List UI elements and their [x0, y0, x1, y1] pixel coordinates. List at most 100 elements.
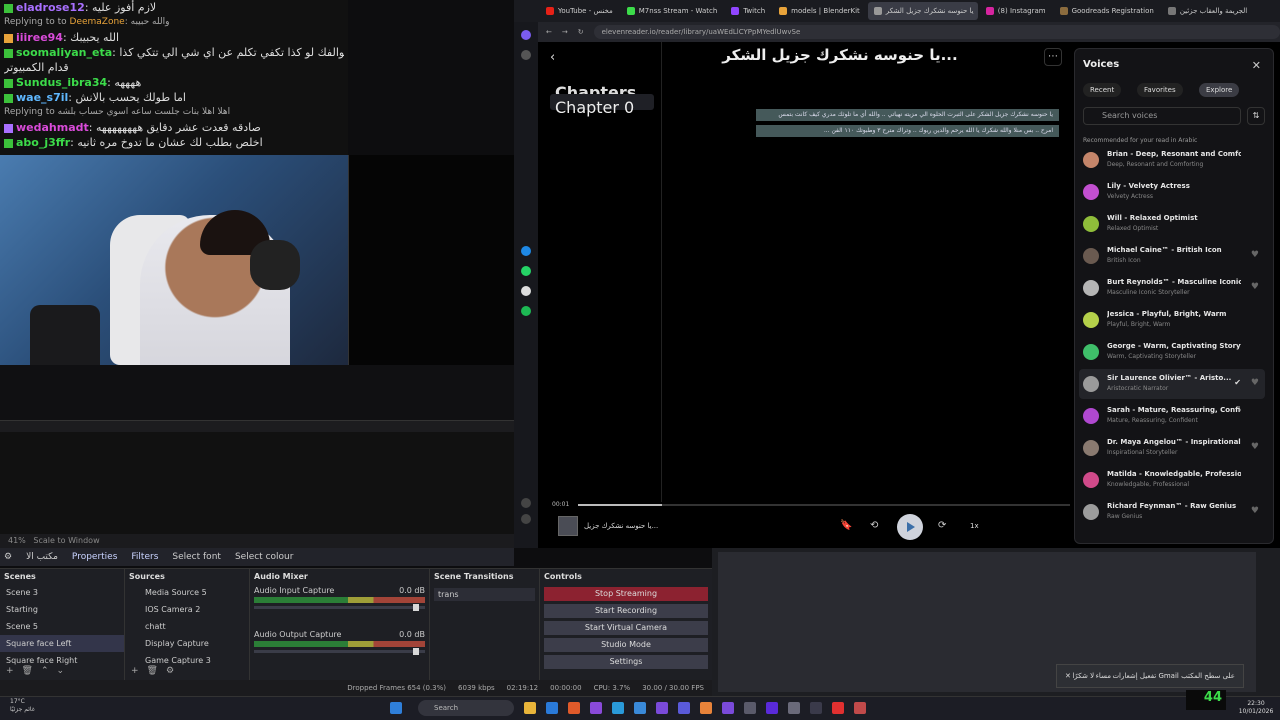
source-item[interactable]: chatt	[125, 618, 249, 635]
chapter-item[interactable]: Chapter 0	[550, 94, 654, 117]
aria-icon[interactable]	[521, 30, 531, 40]
chevron-up-icon[interactable]: ⌃	[41, 666, 49, 676]
play-button[interactable]	[897, 514, 923, 540]
voice-item[interactable]: Sir Laurence Olivier™ - Aristo... Aristoc…	[1079, 369, 1265, 399]
visual-studio-icon[interactable]	[590, 702, 602, 714]
whatsapp-icon[interactable]	[521, 266, 531, 276]
scene-item[interactable]: Scene 3	[0, 584, 124, 601]
toast-action-yes[interactable]: مساء	[1096, 672, 1111, 680]
photoshop-icon[interactable]	[612, 702, 624, 714]
add-icon[interactable]: +	[6, 666, 14, 676]
scale-dropdown[interactable]: Scale to Window	[33, 536, 99, 545]
gear-icon[interactable]: ⚙	[166, 666, 174, 676]
stop-streaming-button[interactable]: Stop Streaming	[544, 587, 708, 601]
studio-mode-button[interactable]: Studio Mode	[544, 638, 708, 652]
file-explorer-icon[interactable]	[524, 702, 536, 714]
browser-tab[interactable]: Twitch	[725, 2, 771, 20]
browser-tab[interactable]: (8) Instagram	[980, 2, 1052, 20]
filter-icon[interactable]: ⇅	[1247, 107, 1265, 125]
playback-speed[interactable]: 1x	[970, 522, 979, 530]
voices-tab-explore[interactable]: Explore	[1199, 83, 1240, 97]
voice-item[interactable]: Brian - Deep, Resonant and Comforting Dee…	[1079, 145, 1265, 175]
rewind-icon[interactable]: ⟲	[870, 520, 878, 531]
voice-item[interactable]: Richard Feynman™ - Raw Genius Raw Genius ♥	[1079, 497, 1265, 527]
add-icon[interactable]: +	[131, 666, 139, 676]
back-arrow-icon[interactable]: ‹	[550, 50, 555, 65]
vscode-icon[interactable]	[546, 702, 558, 714]
heart-icon[interactable]	[521, 498, 531, 508]
voice-item[interactable]: Michael Caine™ - British Icon British Ico…	[1079, 241, 1265, 271]
voice-item[interactable]: Jessica - Playful, Bright, Warm Playful, …	[1079, 305, 1265, 335]
bookmark-icon[interactable]: 🔖	[840, 520, 852, 531]
browser-tab[interactable]: Goodreads Registration	[1054, 2, 1160, 20]
browser-tab[interactable]: M7nss Stream - Watch	[621, 2, 724, 20]
voice-item[interactable]: Matilda - Knowledgable, Professional Know…	[1079, 465, 1265, 495]
after-effects-icon[interactable]	[656, 702, 668, 714]
transition-select[interactable]: trans	[434, 588, 535, 601]
browser-tab-active[interactable]: يا حنوسه نشكرك جزيل الشكر	[867, 2, 978, 20]
start-virtual-camera-button[interactable]: Start Virtual Camera	[544, 621, 708, 635]
media-encoder-icon[interactable]	[678, 702, 690, 714]
source-item[interactable]: IOS Camera 2	[125, 601, 249, 618]
spotify-icon[interactable]	[521, 306, 531, 316]
voice-item[interactable]: Lily - Velvety Actress Velvety Actress	[1079, 177, 1265, 207]
browser-tab[interactable]: YouTube - مخنس	[540, 2, 619, 20]
source-item[interactable]: Display Capture	[125, 635, 249, 652]
voice-item[interactable]: Burt Reynolds™ - Masculine Iconic ... Mas…	[1079, 273, 1265, 303]
filters-button[interactable]: Filters	[131, 552, 158, 562]
voices-tab-favorites[interactable]: Favorites	[1137, 83, 1183, 97]
history-icon[interactable]	[521, 514, 531, 524]
url-input[interactable]: elevenreader.io/reader/library/uaWEdLlCY…	[593, 25, 1280, 39]
brave-icon[interactable]	[568, 702, 580, 714]
pin-icon[interactable]	[521, 50, 531, 60]
forward-icon[interactable]: →	[562, 28, 568, 36]
voice-item[interactable]: Dr. Maya Angelou™ - Inspirational S... In…	[1079, 433, 1265, 463]
voice-item[interactable]: Will - Relaxed Optimist Relaxed Optimist	[1079, 209, 1265, 239]
toast-action-no[interactable]: لا شكرًا	[1072, 672, 1094, 680]
select-colour-button[interactable]: Select colour	[235, 552, 294, 562]
browser-tab[interactable]: models | BlenderKit	[773, 2, 866, 20]
chevron-down-icon[interactable]: ⌄	[57, 666, 65, 676]
blender-icon[interactable]	[700, 702, 712, 714]
scene-item-selected[interactable]: Square face Left	[0, 635, 124, 652]
heart-icon[interactable]: ♥	[1251, 282, 1259, 292]
app-icon[interactable]	[744, 702, 756, 714]
more-options-icon[interactable]: ⋯	[1044, 48, 1062, 66]
browser-tab[interactable]: الجريمة والعقاب جزئين	[1162, 2, 1253, 20]
audition-icon[interactable]	[722, 702, 734, 714]
trash-icon[interactable]: 🗑	[22, 666, 33, 676]
opera-icon[interactable]	[832, 702, 844, 714]
app-icon[interactable]	[854, 702, 866, 714]
obs-icon[interactable]	[810, 702, 822, 714]
search-voices-input[interactable]: Search voices	[1083, 107, 1241, 125]
close-icon[interactable]: ✕	[1065, 672, 1071, 680]
scene-item[interactable]: Scene 5	[0, 618, 124, 635]
system-clock[interactable]: 22:30 10/01/2026	[1236, 700, 1276, 716]
heart-icon[interactable]: ♥	[1251, 506, 1259, 516]
volume-slider[interactable]	[254, 648, 425, 655]
x-icon[interactable]	[521, 286, 531, 296]
close-icon[interactable]: ✕	[1252, 59, 1261, 72]
volume-slider[interactable]	[254, 604, 425, 611]
voice-item[interactable]: Sarah - Mature, Reassuring, Confident Mat…	[1079, 401, 1265, 431]
heart-icon[interactable]: ♥	[1251, 250, 1259, 260]
scene-item[interactable]: Starting	[0, 601, 124, 618]
trash-icon[interactable]: 🗑	[147, 666, 158, 676]
premiere-icon[interactable]	[766, 702, 778, 714]
windows-start-icon[interactable]	[390, 702, 402, 714]
voice-item[interactable]: George - Warm, Captivating Storyteller Wa…	[1079, 337, 1265, 367]
source-item[interactable]: Media Source 5	[125, 584, 249, 601]
back-icon[interactable]: ←	[546, 28, 552, 36]
voices-tab-recent[interactable]: Recent	[1083, 83, 1122, 97]
steam-icon[interactable]	[634, 702, 646, 714]
taskbar-search[interactable]: Search	[418, 700, 514, 716]
heart-icon[interactable]: ♥	[1251, 442, 1259, 452]
heart-icon[interactable]: ♥	[1251, 378, 1259, 388]
app-icon[interactable]	[788, 702, 800, 714]
settings-button[interactable]: Settings	[544, 655, 708, 669]
properties-button[interactable]: Properties	[72, 552, 117, 562]
messenger-icon[interactable]	[521, 246, 531, 256]
weather-widget[interactable]: 17°C غائم جزئيًا	[10, 698, 35, 714]
start-recording-button[interactable]: Start Recording	[544, 604, 708, 618]
select-font-button[interactable]: Select font	[172, 552, 221, 562]
